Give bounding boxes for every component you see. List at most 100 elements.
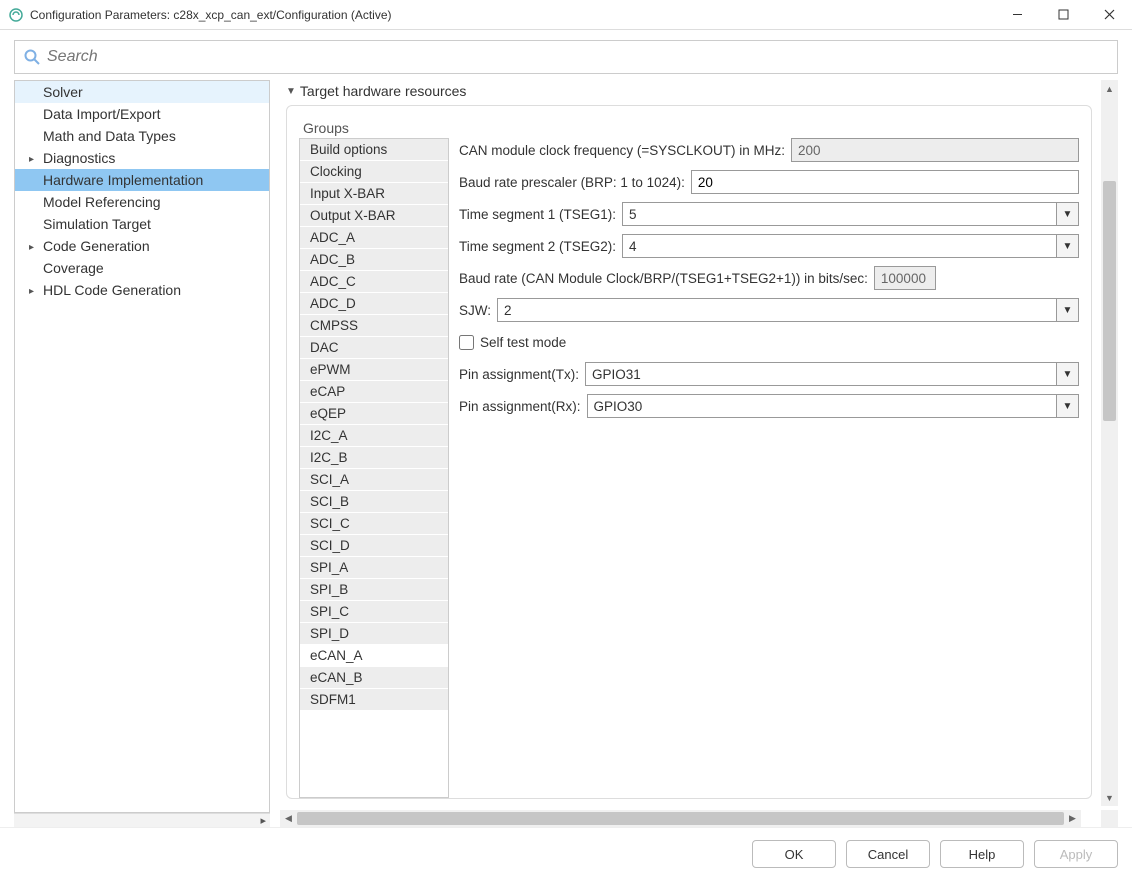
baud-label: Baud rate (CAN Module Clock/BRP/(TSEG1+T… [459,271,868,286]
group-sci-a[interactable]: SCI_A [300,469,448,491]
group-output-x-bar[interactable]: Output X-BAR [300,205,448,227]
group-epwm[interactable]: ePWM [300,359,448,381]
pinrx-label: Pin assignment(Rx): [459,399,581,414]
scroll-thumb-h[interactable] [297,812,1064,825]
nav-scroll-right-icon[interactable]: ▸ [260,814,266,827]
chevron-down-icon: ▼ [1056,203,1078,225]
nav-item-hardware-implementation[interactable]: Hardware Implementation [15,169,269,191]
brp-label: Baud rate prescaler (BRP: 1 to 1024): [459,175,685,190]
groups-column: Groups Build optionsClockingInput X-BARO… [299,120,449,798]
group-cmpss[interactable]: CMPSS [300,315,448,337]
nav-item-solver[interactable]: Solver [15,81,269,103]
vertical-scrollbar[interactable]: ▲ ▼ [1101,80,1118,806]
main-area: SolverData Import/ExportMath and Data Ty… [0,80,1132,827]
group-ecap[interactable]: eCAP [300,381,448,403]
window-buttons [994,0,1132,30]
scroll-corner [1101,810,1118,827]
group-sci-d[interactable]: SCI_D [300,535,448,557]
group-dac[interactable]: DAC [300,337,448,359]
pinrx-value: GPIO30 [588,399,1056,414]
section-header[interactable]: ▼ Target hardware resources [280,80,1118,105]
nav-item-simulation-target[interactable]: Simulation Target [15,213,269,235]
scroll-thumb[interactable] [1103,181,1116,421]
tseg2-row: Time segment 2 (TSEG2): 4 ▼ [459,234,1079,258]
group-sci-b[interactable]: SCI_B [300,491,448,513]
group-spi-c[interactable]: SPI_C [300,601,448,623]
selftest-row: Self test mode [459,330,1079,354]
group-adc-b[interactable]: ADC_B [300,249,448,271]
group-sdfm1[interactable]: SDFM1 [300,689,448,711]
nav-item-coverage[interactable]: Coverage [15,257,269,279]
scroll-track-h[interactable] [297,810,1064,827]
group-adc-d[interactable]: ADC_D [300,293,448,315]
can-clock-label: CAN module clock frequency (=SYSCLKOUT) … [459,143,785,158]
nav-item-data-import-export[interactable]: Data Import/Export [15,103,269,125]
content-scroll: ▼ Target hardware resources Groups Build… [280,80,1118,806]
group-spi-a[interactable]: SPI_A [300,557,448,579]
search-input[interactable] [47,48,1109,66]
sjw-select[interactable]: 2 ▼ [497,298,1079,322]
nav-item-model-referencing[interactable]: Model Referencing [15,191,269,213]
can-clock-field [791,138,1079,162]
ok-button[interactable]: OK [752,840,836,868]
group-sci-c[interactable]: SCI_C [300,513,448,535]
scroll-right-icon[interactable]: ▶ [1064,810,1081,827]
search-icon [23,48,41,66]
scroll-left-icon[interactable]: ◀ [280,810,297,827]
group-ecan-b[interactable]: eCAN_B [300,667,448,689]
scroll-down-icon[interactable]: ▼ [1101,789,1118,806]
groups-list[interactable]: Build optionsClockingInput X-BAROutput X… [299,138,449,798]
nav-wrapper: SolverData Import/ExportMath and Data Ty… [14,80,270,827]
sjw-row: SJW: 2 ▼ [459,298,1079,322]
selftest-checkbox[interactable] [459,335,474,350]
section-body: Groups Build optionsClockingInput X-BARO… [286,105,1092,799]
group-i2c-a[interactable]: I2C_A [300,425,448,447]
tseg1-value: 5 [623,207,1056,222]
pintx-select[interactable]: GPIO31 ▼ [585,362,1079,386]
horizontal-scrollbar[interactable]: ◀ ▶ [280,810,1081,827]
pinrx-select[interactable]: GPIO30 ▼ [587,394,1079,418]
group-adc-c[interactable]: ADC_C [300,271,448,293]
pintx-row: Pin assignment(Tx): GPIO31 ▼ [459,362,1079,386]
apply-button[interactable]: Apply [1034,840,1118,868]
pintx-value: GPIO31 [586,367,1056,382]
tseg1-select[interactable]: 5 ▼ [622,202,1079,226]
groups-title: Groups [299,120,449,138]
pintx-label: Pin assignment(Tx): [459,367,579,382]
content-area: ▼ Target hardware resources Groups Build… [280,80,1118,827]
selftest-label: Self test mode [480,335,566,350]
group-clocking[interactable]: Clocking [300,161,448,183]
nav-item-code-generation[interactable]: Code Generation▸ [15,235,269,257]
nav-item-hdl-code-generation[interactable]: HDL Code Generation▸ [15,279,269,301]
footer: OK Cancel Help Apply [0,827,1132,880]
group-spi-b[interactable]: SPI_B [300,579,448,601]
baud-row: Baud rate (CAN Module Clock/BRP/(TSEG1+T… [459,266,1079,290]
group-ecan-a[interactable]: eCAN_A [300,645,448,667]
brp-field[interactable] [691,170,1079,194]
category-tree[interactable]: SolverData Import/ExportMath and Data Ty… [14,80,270,813]
minimize-button[interactable] [994,0,1040,30]
expand-icon: ▸ [29,242,34,253]
nav-bottom-bar: ▸ [14,813,270,827]
chevron-down-icon: ▼ [1056,363,1078,385]
group-input-x-bar[interactable]: Input X-BAR [300,183,448,205]
group-i2c-b[interactable]: I2C_B [300,447,448,469]
close-button[interactable] [1086,0,1132,30]
tseg2-select[interactable]: 4 ▼ [622,234,1079,258]
group-build-options[interactable]: Build options [300,139,448,161]
collapse-icon: ▼ [286,86,296,97]
group-adc-a[interactable]: ADC_A [300,227,448,249]
help-button[interactable]: Help [940,840,1024,868]
expand-icon: ▸ [29,154,34,165]
search-box[interactable] [14,40,1118,74]
cancel-button[interactable]: Cancel [846,840,930,868]
group-eqep[interactable]: eQEP [300,403,448,425]
nav-item-math-and-data-types[interactable]: Math and Data Types [15,125,269,147]
expand-icon: ▸ [29,286,34,297]
maximize-button[interactable] [1040,0,1086,30]
scroll-track[interactable] [1101,97,1118,789]
scroll-up-icon[interactable]: ▲ [1101,80,1118,97]
chevron-down-icon: ▼ [1056,395,1078,417]
nav-item-diagnostics[interactable]: Diagnostics▸ [15,147,269,169]
group-spi-d[interactable]: SPI_D [300,623,448,645]
